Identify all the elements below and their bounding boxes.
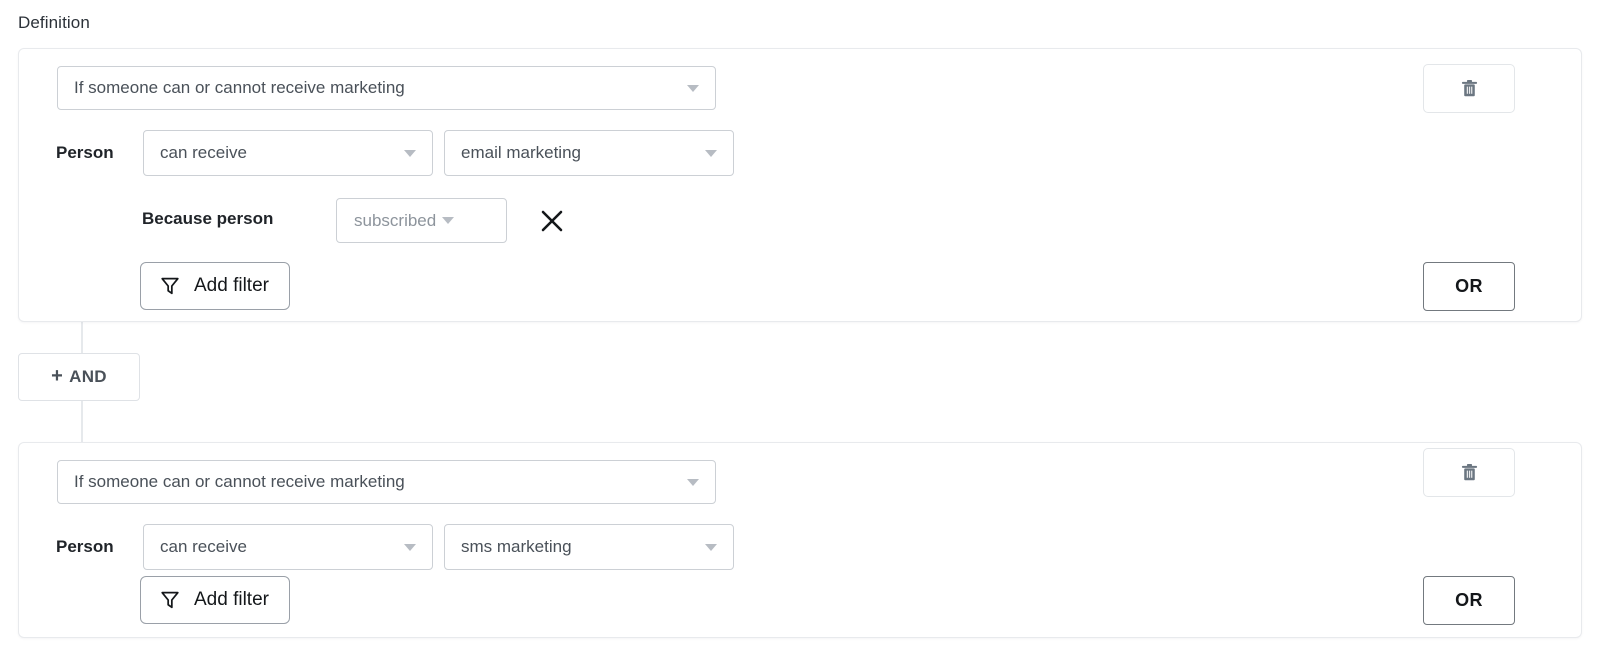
chevron-down-icon — [404, 150, 416, 157]
operator-value: can receive — [144, 143, 404, 163]
add-and-group-button[interactable]: + AND — [18, 353, 140, 401]
filter-icon — [159, 589, 181, 611]
definition-builder: Definition If someone can or cannot rece… — [0, 0, 1600, 670]
channel-select[interactable]: email marketing — [444, 130, 734, 176]
or-button[interactable]: OR — [1423, 576, 1515, 625]
operator-select[interactable]: can receive — [143, 524, 433, 570]
close-icon — [539, 208, 565, 234]
delete-condition-button[interactable] — [1423, 64, 1515, 113]
add-filter-label: Add filter — [194, 276, 269, 295]
person-label: Person — [56, 524, 114, 570]
condition-type-value: If someone can or cannot receive marketi… — [58, 472, 687, 492]
trash-icon — [1461, 79, 1478, 98]
chevron-down-icon — [705, 544, 717, 551]
condition-type-select[interactable]: If someone can or cannot receive marketi… — [57, 460, 716, 504]
chevron-down-icon — [705, 150, 717, 157]
delete-condition-button[interactable] — [1423, 448, 1515, 497]
reason-value: subscribed — [337, 211, 442, 231]
page-title: Definition — [18, 12, 90, 34]
filter-icon — [159, 275, 181, 297]
condition-card: If someone can or cannot receive marketi… — [18, 442, 1582, 638]
operator-value: can receive — [144, 537, 404, 557]
operator-select[interactable]: can receive — [143, 130, 433, 176]
plus-icon: + — [51, 366, 63, 386]
add-filter-button[interactable]: Add filter — [140, 262, 290, 310]
condition-type-value: If someone can or cannot receive marketi… — [58, 78, 687, 98]
chevron-down-icon — [687, 479, 699, 486]
because-person-label: Because person — [142, 195, 273, 243]
and-button-label: AND — [69, 367, 107, 387]
add-filter-button[interactable]: Add filter — [140, 576, 290, 624]
trash-icon — [1461, 463, 1478, 482]
person-label: Person — [56, 130, 114, 176]
chevron-down-icon — [687, 85, 699, 92]
or-button[interactable]: OR — [1423, 262, 1515, 311]
reason-select[interactable]: subscribed — [336, 198, 507, 243]
channel-value: email marketing — [445, 143, 705, 163]
channel-value: sms marketing — [445, 537, 705, 557]
condition-type-select[interactable]: If someone can or cannot receive marketi… — [57, 66, 716, 110]
add-filter-label: Add filter — [194, 590, 269, 609]
chevron-down-icon — [404, 544, 416, 551]
remove-reason-button[interactable] — [533, 202, 571, 240]
chevron-down-icon — [442, 217, 454, 224]
condition-card: If someone can or cannot receive marketi… — [18, 48, 1582, 322]
channel-select[interactable]: sms marketing — [444, 524, 734, 570]
